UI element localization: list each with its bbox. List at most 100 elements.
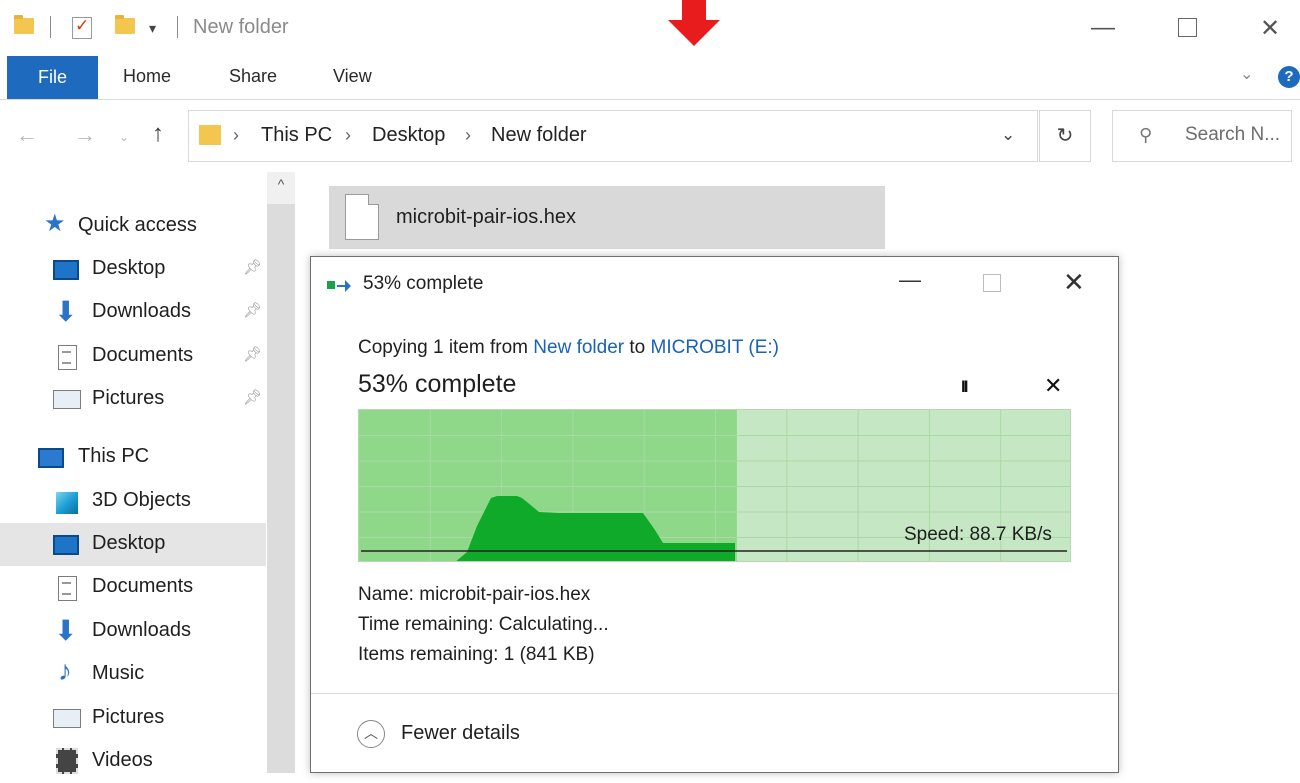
nav-label: Documents bbox=[92, 344, 194, 366]
nav-item-documents[interactable]: Documents bbox=[0, 566, 266, 609]
file-icon bbox=[345, 194, 379, 240]
up-button[interactable]: ↑ bbox=[152, 120, 164, 148]
nav-label: Documents bbox=[92, 575, 194, 597]
video-film-icon bbox=[56, 748, 78, 774]
pin-icon[interactable]: 📌︎ bbox=[243, 258, 262, 276]
nav-item-3d-objects[interactable]: 3D Objects bbox=[0, 480, 266, 523]
star-icon: ★ bbox=[44, 210, 66, 237]
tab-home[interactable]: Home bbox=[123, 66, 171, 87]
search-icon: ⚲ bbox=[1139, 125, 1153, 145]
music-note-icon: ♪ bbox=[58, 655, 72, 686]
cancel-copy-button[interactable]: ✕ bbox=[1044, 373, 1062, 399]
nav-label: Videos bbox=[92, 749, 153, 771]
folder-icon bbox=[199, 125, 221, 145]
tab-view[interactable]: View bbox=[333, 66, 372, 87]
pin-icon[interactable]: 📌︎ bbox=[243, 388, 262, 406]
nav-item-videos[interactable]: Videos bbox=[0, 740, 266, 783]
copy-description: Copying 1 item from New folder to MICROB… bbox=[358, 337, 779, 359]
nav-scrollbar[interactable]: ^ bbox=[267, 172, 295, 773]
scroll-up-arrow-icon[interactable]: ^ bbox=[267, 176, 295, 192]
nav-item-pictures[interactable]: Pictures bbox=[0, 697, 266, 740]
title-bar: ✓ ▾ New folder — ✕ bbox=[0, 0, 1300, 56]
detail-file-name: Name: microbit-pair-ios.hex bbox=[358, 584, 591, 605]
nav-label: Pictures bbox=[92, 387, 165, 409]
file-name: microbit-pair-ios.hex bbox=[396, 206, 577, 228]
recent-locations-chevron-icon[interactable]: ⌄ bbox=[119, 130, 129, 144]
breadcrumb-new-folder[interactable]: New folder bbox=[491, 124, 587, 147]
breadcrumb-desktop[interactable]: Desktop bbox=[372, 124, 445, 147]
maximize-icon bbox=[1177, 18, 1197, 37]
nav-quick-access[interactable]: ★ Quick access bbox=[0, 205, 266, 248]
divider bbox=[311, 693, 1118, 694]
separator bbox=[50, 16, 51, 38]
nav-label: Quick access bbox=[78, 214, 197, 236]
search-input[interactable]: ⚲ Search N... bbox=[1112, 110, 1292, 162]
refresh-button[interactable]: ↻ bbox=[1039, 110, 1091, 162]
address-history-dropdown[interactable]: ⌄ bbox=[1001, 125, 1015, 145]
nav-item-desktop-selected[interactable]: Desktop bbox=[0, 523, 266, 566]
nav-item-music[interactable]: ♪ Music bbox=[0, 653, 266, 696]
red-arrow-annotation-icon bbox=[668, 0, 720, 46]
progress-label: 53% complete bbox=[358, 370, 517, 398]
nav-item-pictures[interactable]: Pictures 📌︎ bbox=[0, 378, 266, 421]
to-word: to bbox=[629, 337, 646, 358]
nav-this-pc[interactable]: This PC bbox=[0, 436, 266, 479]
breadcrumb-separator: › bbox=[233, 125, 239, 145]
maximize-button[interactable] bbox=[1164, 14, 1210, 44]
breadcrumb-separator: › bbox=[345, 125, 351, 145]
copy-progress-dialog: 53% complete — ✕ Copying 1 item from New… bbox=[310, 256, 1119, 773]
properties-icon[interactable]: ✓ bbox=[72, 16, 92, 39]
close-button[interactable]: ✕ bbox=[1247, 14, 1293, 43]
pause-button[interactable]: II bbox=[961, 377, 969, 397]
document-icon bbox=[58, 345, 77, 370]
dialog-close-button[interactable]: ✕ bbox=[1063, 267, 1085, 298]
nav-label: Downloads bbox=[92, 300, 191, 322]
pictures-icon bbox=[53, 709, 81, 728]
fewer-details-label: Fewer details bbox=[401, 722, 520, 744]
customize-toolbar-dropdown[interactable]: ▾ bbox=[149, 20, 156, 37]
address-bar[interactable]: › This PC › Desktop › New folder ⌄ bbox=[188, 110, 1038, 162]
copy-progress-icon bbox=[327, 280, 351, 292]
separator bbox=[177, 16, 178, 38]
copy-prefix: Copying 1 item from bbox=[358, 337, 529, 358]
pictures-icon bbox=[53, 390, 81, 409]
scrollbar-thumb[interactable] bbox=[267, 204, 295, 773]
detail-time-remaining: Time remaining: Calculating... bbox=[358, 614, 609, 635]
nav-item-downloads[interactable]: ⬇ Downloads bbox=[0, 610, 266, 653]
nav-item-downloads[interactable]: ⬇ Downloads 📌︎ bbox=[0, 291, 266, 334]
minimize-button[interactable]: — bbox=[1080, 14, 1126, 42]
collapse-chevron-icon: ︿ bbox=[357, 720, 385, 748]
nav-item-documents[interactable]: Documents 📌︎ bbox=[0, 335, 266, 378]
nav-label: Music bbox=[92, 662, 145, 684]
new-folder-icon[interactable] bbox=[115, 15, 135, 34]
search-placeholder: Search N... bbox=[1185, 124, 1281, 145]
transfer-speed-graph: Speed: 88.7 KB/s bbox=[358, 409, 1071, 562]
pin-icon[interactable]: 📌︎ bbox=[243, 301, 262, 319]
file-item[interactable]: microbit-pair-ios.hex bbox=[329, 186, 885, 249]
destination-drive-link[interactable]: MICROBIT (E:) bbox=[651, 337, 779, 358]
pin-icon[interactable]: 📌︎ bbox=[243, 345, 262, 363]
dialog-title: 53% complete bbox=[363, 273, 484, 294]
nav-label: This PC bbox=[78, 445, 150, 467]
source-folder-link[interactable]: New folder bbox=[533, 337, 624, 358]
download-arrow-icon: ⬇ bbox=[54, 296, 78, 327]
download-arrow-icon: ⬇ bbox=[54, 615, 78, 646]
dialog-minimize-button[interactable]: — bbox=[899, 267, 921, 293]
help-icon[interactable]: ? bbox=[1278, 66, 1300, 88]
nav-label: Desktop bbox=[92, 257, 166, 279]
tab-share[interactable]: Share bbox=[229, 66, 277, 87]
nav-label: 3D Objects bbox=[92, 489, 191, 511]
speed-label: Speed: 88.7 KB/s bbox=[904, 524, 1052, 545]
forward-button[interactable]: → bbox=[74, 122, 96, 148]
nav-item-desktop[interactable]: Desktop 📌︎ bbox=[0, 248, 266, 291]
expand-ribbon-chevron-icon[interactable]: ⌄ bbox=[1240, 64, 1253, 84]
nav-label: Downloads bbox=[92, 619, 191, 641]
tab-file[interactable]: File bbox=[7, 56, 98, 99]
desktop-icon bbox=[53, 535, 79, 555]
breadcrumb-this-pc[interactable]: This PC bbox=[261, 124, 332, 147]
back-button[interactable]: ← bbox=[16, 122, 38, 148]
window-title: New folder bbox=[193, 16, 289, 38]
document-icon bbox=[58, 576, 77, 601]
computer-icon bbox=[38, 448, 64, 468]
nav-label: Desktop bbox=[92, 532, 166, 554]
